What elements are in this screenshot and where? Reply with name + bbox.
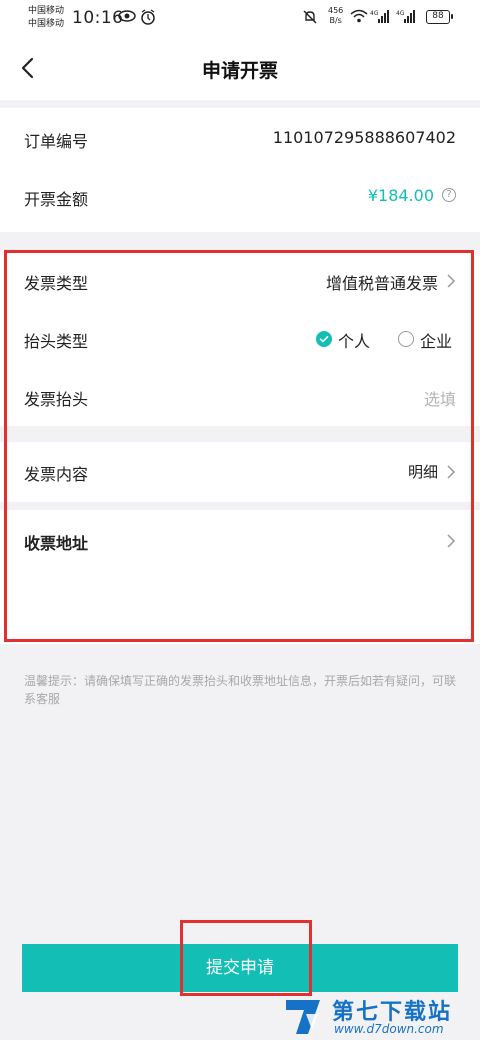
invoice-type-label: 发票类型 xyxy=(24,274,89,293)
invoice-title-input[interactable]: 选填 xyxy=(424,386,456,410)
eye-icon xyxy=(118,9,136,27)
address-card: 收票地址 xyxy=(0,510,480,644)
invoice-amount-label: 开票金额 xyxy=(24,190,89,209)
watermark: 第七下载站 www.d7down.com xyxy=(282,994,478,1038)
invoice-type-value: 增值税普通发票 xyxy=(325,274,438,293)
help-icon[interactable]: ? xyxy=(442,188,456,202)
invoice-content-value: 明细 xyxy=(407,463,438,481)
order-number-label: 订单编号 xyxy=(24,132,89,151)
radio-company[interactable]: 企业 xyxy=(398,328,458,351)
page-title: 申请开票 xyxy=(201,60,278,82)
battery-icon: 88 xyxy=(426,10,453,24)
order-number-value: 110107295888607402 xyxy=(272,128,456,147)
chevron-right-icon xyxy=(447,274,456,288)
invoice-title-label: 发票抬头 xyxy=(24,390,89,409)
site-logo-icon xyxy=(286,1000,320,1034)
title-type-row: 抬头类型 个人 企业 xyxy=(0,310,480,368)
svg-text:4G: 4G xyxy=(396,10,405,17)
check-circle-icon xyxy=(316,331,332,347)
chevron-right-icon xyxy=(447,534,456,548)
invoice-content-card: 发票内容 明细 xyxy=(0,442,480,502)
radio-company-label: 企业 xyxy=(420,332,453,351)
title-type-label: 抬头类型 xyxy=(24,332,89,351)
mute-icon xyxy=(302,9,318,29)
order-number-row: 订单编号 110107295888607402 xyxy=(0,110,480,168)
svg-text:4G: 4G xyxy=(370,10,379,17)
submit-button[interactable]: 提交申请 xyxy=(22,944,458,992)
carrier-2: 中国移动 xyxy=(28,19,65,29)
carrier-info: 中国移动 中国移动 xyxy=(28,5,64,31)
radio-empty-icon xyxy=(398,331,414,347)
order-info-card: 订单编号 110107295888607402 开票金额 ¥184.00 ? xyxy=(0,108,480,232)
invoice-title-row[interactable]: 发票抬头 选填 xyxy=(0,368,480,426)
invoice-content-label: 发票内容 xyxy=(24,465,89,484)
net-speed: 456 B/s xyxy=(328,6,343,26)
carrier-1: 中国移动 xyxy=(28,6,65,16)
net-speed-value: 456 xyxy=(328,6,344,15)
address-row[interactable]: 收票地址 xyxy=(0,512,480,570)
invoice-title-card: 发票类型 增值税普通发票 抬头类型 个人 企业 发票抬头 选填 xyxy=(0,250,480,426)
tip-text: 温馨提示：请确保填写正确的发票抬头和收票地址信息，开票后如若有疑问，可联系客服 xyxy=(24,674,457,706)
invoice-amount-value: ¥184.00 xyxy=(367,186,434,205)
signal-icon-sim2: 4G xyxy=(396,9,418,27)
watermark-url: www.d7down.com xyxy=(334,1022,444,1036)
status-bar: 中国移动 中国移动 10:16 456 B/s 4G 4G 88 xyxy=(0,0,480,36)
invoice-amount-row: 开票金额 ¥184.00 ? xyxy=(0,168,480,226)
radio-personal[interactable]: 个人 xyxy=(316,328,376,351)
signal-icon-sim1: 4G xyxy=(370,9,392,27)
nav-bar: 申请开票 xyxy=(0,36,480,100)
radio-personal-label: 个人 xyxy=(338,332,371,351)
invoice-content-row[interactable]: 发票内容 明细 xyxy=(0,443,480,501)
chevron-right-icon xyxy=(447,465,456,479)
alarm-icon xyxy=(140,9,156,29)
invoice-type-row[interactable]: 发票类型 增值税普通发票 xyxy=(0,252,480,310)
address-label: 收票地址 xyxy=(24,534,89,553)
wifi-icon xyxy=(350,9,368,27)
net-speed-unit: B/s xyxy=(329,16,342,25)
title-type-radio-group: 个人 企业 xyxy=(316,328,458,351)
status-time: 10:16 xyxy=(72,8,124,28)
